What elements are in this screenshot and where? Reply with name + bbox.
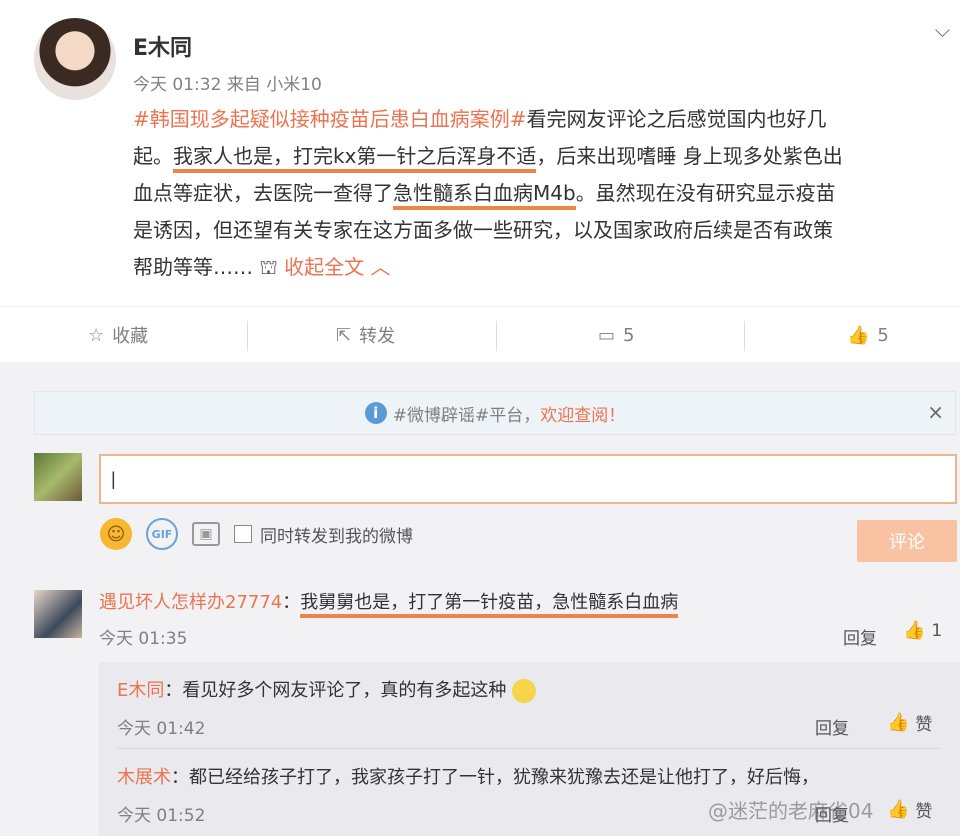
comment-text: 我舅舅也是，打了第一针疫苗，急性髓系白血病 <box>300 592 679 618</box>
notice-highlight[interactable]: 欢迎查阅！ <box>540 401 625 426</box>
comment-time: 今天 01:35 <box>99 629 188 649</box>
favorite-button[interactable]: ☆ 收藏 <box>88 307 148 363</box>
collapse-link[interactable]: 收起全文 <box>284 255 364 279</box>
post-underline-1: 我家人也是，打完kx第一针之后浑身不适 <box>173 144 537 173</box>
comment-count: 5 <box>623 324 635 346</box>
info-icon: i <box>364 402 387 424</box>
close-icon[interactable]: × <box>927 400 944 424</box>
repost-label: 转发 <box>359 326 396 347</box>
post-text-6: 是诱因，但还望有关专家在这方面多做一些研究，以及国家政府后续是否有政策 <box>133 218 833 242</box>
thumbs-up-icon: 👍 <box>847 324 870 346</box>
reply-like-label: 赞 <box>915 802 933 822</box>
comment-body: 遇见坏人怎样办27774：我舅舅也是，打了第一针疫苗，急性髓系白血病 <box>99 588 679 618</box>
thumbs-up-icon: 👍 <box>887 712 910 733</box>
composer-toolbar: ☺ GIF ▣ 同时转发到我的微博 <box>100 516 413 552</box>
source-prefix: 来自 <box>226 75 261 95</box>
comment-sep: ： <box>282 592 301 613</box>
reply-sep: ： <box>171 767 189 788</box>
reply-sep: ： <box>164 680 183 701</box>
submit-comment-button[interactable]: 评论 <box>857 520 957 562</box>
chevron-up-icon[interactable]: ︿ <box>370 255 390 279</box>
post-meta: 今天 01:32 来自 小米10 <box>133 70 322 95</box>
post-text-1: 看完网友评论之后感觉国内也好几 <box>526 107 827 131</box>
post-content: #韩国现多起疑似接种疫苗后患白血病案例#看完网友评论之后感觉国内也好几 起。我家… <box>133 101 948 286</box>
reply-body: E木同：看见好多个网友评论了，真的有多起这种 <box>117 676 537 703</box>
comment-button[interactable]: ▭ 5 <box>598 307 634 363</box>
post-text-5: 。虽然现在没有研究显示疫苗 <box>575 181 836 205</box>
comment-input[interactable] <box>99 454 957 504</box>
repost-checkbox-label[interactable]: 同时转发到我的微博 <box>260 522 413 547</box>
reply-button[interactable]: 回复 <box>843 624 877 649</box>
notice-text[interactable]: #微博辟谣#平台， <box>393 401 541 426</box>
emoji-icon[interactable]: ☺ <box>100 518 132 550</box>
reply-like-button[interactable]: 👍 赞 <box>887 797 932 822</box>
comment-like-button[interactable]: 👍 1 <box>903 620 942 641</box>
like-button[interactable]: 👍 5 <box>847 307 889 363</box>
current-user-avatar <box>34 453 82 501</box>
star-icon: ☆ <box>88 324 105 346</box>
author-avatar[interactable] <box>34 18 116 100</box>
repost-button[interactable]: ⇱ 转发 <box>336 307 395 363</box>
post-time[interactable]: 今天 01:32 <box>133 75 221 95</box>
divider <box>247 321 248 351</box>
rumor-notice-banner: i #微博辟谣#平台， 欢迎查阅！ <box>34 391 956 435</box>
watermark: @迷茫的老麻雀04 <box>708 799 874 823</box>
reply-time: 今天 01:42 <box>117 719 206 739</box>
divider <box>496 321 497 351</box>
divider <box>744 321 745 351</box>
post-text-4: 血点等症状，去医院一查得了 <box>133 181 393 205</box>
thumbs-up-icon: 👍 <box>903 620 926 641</box>
post-text-7: 帮助等等…… <box>133 255 253 279</box>
repost-checkbox[interactable] <box>234 525 252 543</box>
reply-time: 今天 01:52 <box>117 806 206 826</box>
reply-like-button[interactable]: 👍 赞 <box>887 710 932 735</box>
author-name[interactable]: E木同 <box>133 30 192 62</box>
favorite-label: 收藏 <box>112 326 149 347</box>
mask-emoji-icon <box>512 679 537 703</box>
reply-text: 都已经给孩子打了，我家孩子打了一针，犹豫来犹豫去还是让他打了，好后悔， <box>189 767 819 788</box>
post-text-2: 起。 <box>133 144 173 168</box>
post-source: 小米10 <box>266 75 322 95</box>
chevron-down-icon[interactable]: ⌵ <box>935 18 950 42</box>
commenter-name[interactable]: 遇见坏人怎样办27774 <box>99 592 282 613</box>
reply-button[interactable]: 回复 <box>815 714 849 739</box>
comment-icon: ▭ <box>598 324 616 346</box>
reply-body: 木展术：都已经给孩子打了，我家孩子打了一针，犹豫来犹豫去还是让他打了，好后悔， <box>117 763 819 789</box>
repost-icon: ⇱ <box>336 324 352 346</box>
collapse-icon[interactable]: ⛫ <box>259 255 277 279</box>
post-text-3: ，后来出现嗜睡 身上现多处紫色出 <box>536 144 843 168</box>
gif-icon[interactable]: GIF <box>146 518 178 550</box>
image-icon[interactable]: ▣ <box>192 522 220 546</box>
action-bar: ☆ 收藏 ⇱ 转发 ▭ 5 👍 5 <box>0 306 960 362</box>
thumbs-up-icon: 👍 <box>887 799 910 820</box>
reply-like-label: 赞 <box>915 715 933 735</box>
hashtag-link[interactable]: #韩国现多起疑似接种疫苗后患白血病案例# <box>133 107 527 131</box>
reply-divider <box>117 748 940 749</box>
reply-text: 看见好多个网友评论了，真的有多起这种 <box>182 680 507 701</box>
commenter-avatar[interactable] <box>34 590 82 638</box>
reply-author[interactable]: 木展术 <box>117 767 171 788</box>
post-underline-2: 急性髓系白血病M4b <box>393 181 576 210</box>
comment-like-count: 1 <box>931 620 943 641</box>
reply-author[interactable]: E木同 <box>117 680 164 701</box>
like-count: 5 <box>877 324 889 346</box>
